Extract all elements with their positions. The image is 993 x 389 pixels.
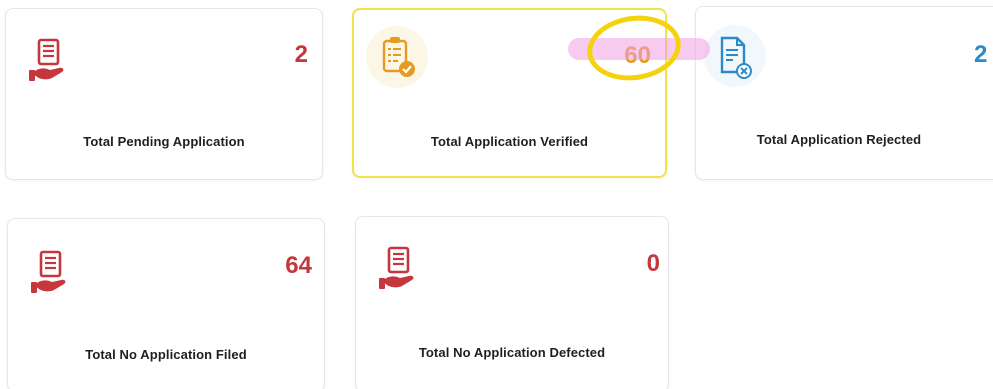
card-total-pending[interactable]: 2 Total Pending Application [5,8,323,180]
pending-label: Total Pending Application [83,134,245,149]
clipboard-check-icon [366,26,428,88]
no-filed-count: 64 [285,252,312,279]
no-filed-label: Total No Application Filed [85,347,247,362]
card-total-no-defected[interactable]: 0 Total No Application Defected [355,216,669,389]
document-reject-icon [704,25,766,87]
hand-document-icon [31,250,66,293]
dashboard-stats: 2 Total Pending Application 60 Total App… [0,0,993,389]
verified-label: Total Application Verified [430,134,589,149]
card-total-rejected[interactable]: 2 Total Application Rejected [695,6,993,180]
defected-count: 0 [646,250,660,277]
rejected-label: Total Application Rejected [756,132,922,147]
rejected-count: 2 [974,41,988,68]
card-total-no-filed[interactable]: 64 Total No Application Filed [7,218,325,389]
pending-count: 2 [294,41,308,68]
hand-document-icon [379,246,414,289]
hand-document-icon [29,38,64,81]
defected-label: Total No Application Defected [418,345,606,360]
